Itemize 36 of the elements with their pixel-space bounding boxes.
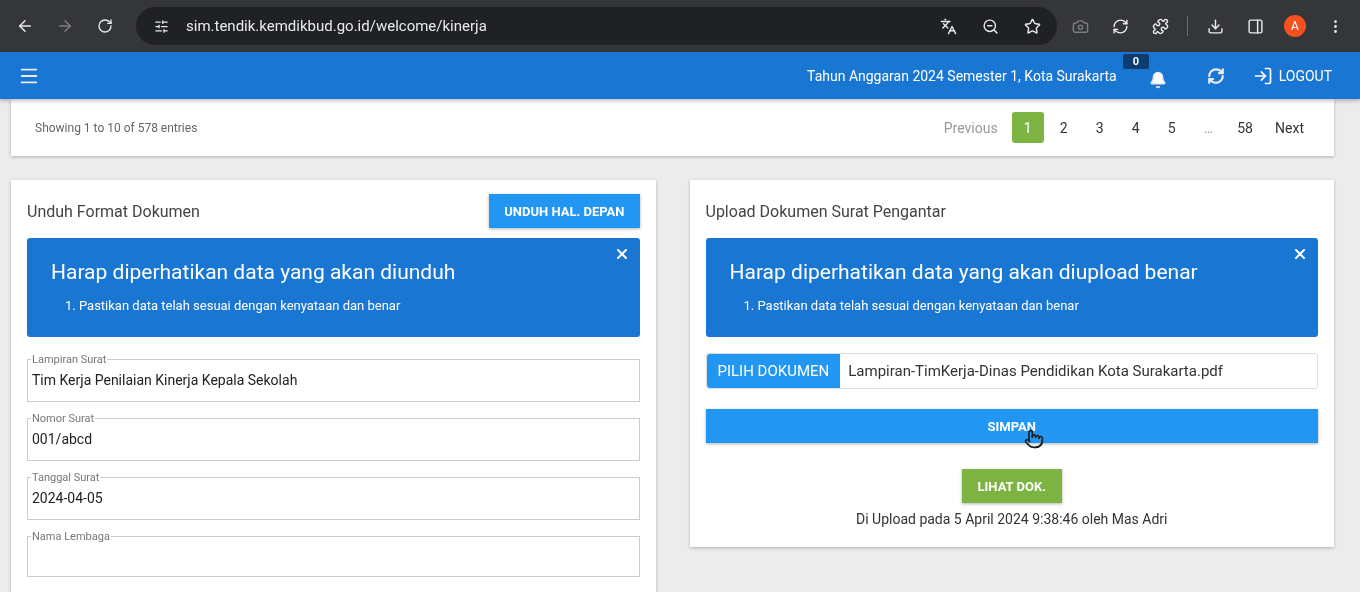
entries-info: Showing 1 to 10 of 578 entries [35, 120, 198, 135]
page-button[interactable]: 58 [1229, 112, 1262, 143]
input-field[interactable]: Tanggal Surat 2024-04-05 [27, 471, 640, 520]
alert-heading: Harap diperhatikan data yang akan diunduh [51, 260, 457, 284]
field-label: Nomor Surat [31, 412, 96, 425]
alert-heading: Harap diperhatikan data yang akan diupload benar [729, 260, 1199, 284]
card-title: Unduh Format Dokumen [27, 201, 200, 221]
page-button[interactable]: 3 [1083, 112, 1116, 143]
alert-item: 1. Pastikan data telah sesuai dengan kenyataan dan benar [64, 298, 402, 313]
logout-icon [1252, 65, 1273, 86]
logout-button[interactable]: LOGOUT [1252, 65, 1332, 86]
url-text: sim.tendik.kemdikbud.go.id/welcome/kinerja [186, 17, 488, 35]
address-bar[interactable]: sim.tendik.kemdikbud.go.id/welcome/kinerja [136, 7, 1057, 45]
field-label: Lampiran Surat [31, 353, 108, 366]
field-value[interactable]: 2024-04-05 [32, 490, 635, 506]
pagination-ellipsis: … [1202, 119, 1215, 136]
hand-cursor-icon [1023, 429, 1044, 449]
field-label: Tanggal Surat [31, 471, 101, 484]
pagination-link[interactable]: Next [1265, 112, 1314, 143]
upload-info: Di Upload pada 5 April 2024 9:38:46 oleh Mas Adri [856, 511, 1168, 527]
alert-item: 1. Pastikan data telah sesuai dengan kenyataan dan benar [742, 298, 1080, 313]
file-input[interactable]: PILIH DOKUMEN Lampiran-TimKerja-Dinas Pendidikan Kota Surakarta.pdf [705, 353, 1318, 389]
page-button[interactable]: 2 [1047, 112, 1080, 143]
card-title: Upload Dokumen Surat Pengantar [705, 201, 946, 221]
close-button[interactable] [1292, 246, 1308, 262]
input-field[interactable]: Lampiran Surat Tim Kerja Penilaian Kinerja Kepala Sekolah [27, 353, 640, 402]
page-button[interactable]: 4 [1119, 112, 1152, 143]
file-name: Lampiran-TimKerja-Dinas Pendidikan Kota Surakarta.pdf [847, 361, 1224, 382]
input-field[interactable]: Nama Lembaga [27, 530, 640, 577]
page-button[interactable]: 5 [1155, 112, 1188, 143]
budget-year-text: Tahun Anggaran 2024 Semester 1, Kota Surakarta [807, 67, 1117, 84]
field-value[interactable]: 001/abcd [32, 431, 635, 447]
field-value[interactable]: Tim Kerja Penilaian Kinerja Kepala Sekolah [32, 372, 635, 388]
notification-count: 0 [1122, 53, 1149, 69]
input-field[interactable]: Nomor Surat 001/abcd [27, 412, 640, 461]
field-label: Nama Lembaga [31, 530, 111, 543]
